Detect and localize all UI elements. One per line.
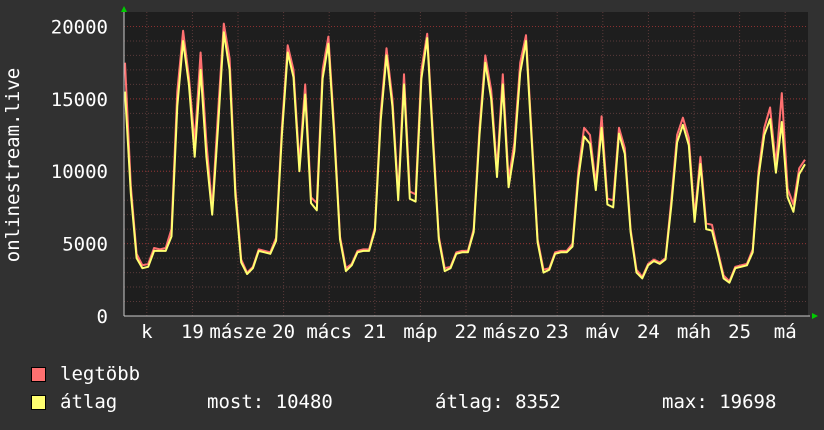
x-tick-label: 25 bbox=[728, 321, 751, 343]
x-tick-label: másze bbox=[209, 321, 266, 343]
y-tick-label: 20000 bbox=[51, 16, 108, 38]
legend-swatch-max bbox=[31, 367, 46, 382]
x-tick-label: 21 bbox=[363, 321, 386, 343]
y-tick-label: 15000 bbox=[51, 89, 108, 111]
legend-label-avg: átlag bbox=[60, 391, 118, 413]
x-tick-label: 19 bbox=[181, 321, 204, 343]
x-tick-label: mács bbox=[306, 321, 352, 343]
legend-swatch-avg bbox=[31, 395, 46, 410]
y-axis-label: onlinestream.live bbox=[2, 68, 24, 262]
x-tick-label: 22 bbox=[455, 321, 478, 343]
x-tick-label: má bbox=[774, 321, 797, 343]
x-tick-label: mászo bbox=[483, 321, 540, 343]
x-tick-label: máv bbox=[586, 321, 620, 343]
x-tick-label: 20 bbox=[272, 321, 295, 343]
x-tick-label: máh bbox=[677, 321, 711, 343]
stat-current: most: 10480 bbox=[207, 391, 333, 413]
x-tick-label: k bbox=[141, 321, 153, 343]
y-tick-label: 5000 bbox=[62, 234, 108, 256]
y-axis-arrow-icon bbox=[121, 6, 127, 12]
y-tick-label: 0 bbox=[97, 306, 108, 328]
x-tick-label: 24 bbox=[637, 321, 660, 343]
x-axis-arrow-icon bbox=[812, 313, 818, 319]
x-tick-labels: k 19 másze 20 mács 21 máp 22 mászo 23 máv 24 máh 25 má bbox=[141, 321, 797, 343]
y-tick-label: 10000 bbox=[51, 161, 108, 183]
x-tick-label: 23 bbox=[546, 321, 569, 343]
stat-average: átlag: 8352 bbox=[435, 391, 561, 413]
legend-label-max: legtöbb bbox=[60, 363, 141, 385]
stat-max: max: 19698 bbox=[662, 391, 777, 413]
x-tick-label: máp bbox=[403, 321, 437, 343]
y-tick-labels: 0 5000 10000 15000 20000 bbox=[51, 16, 108, 328]
